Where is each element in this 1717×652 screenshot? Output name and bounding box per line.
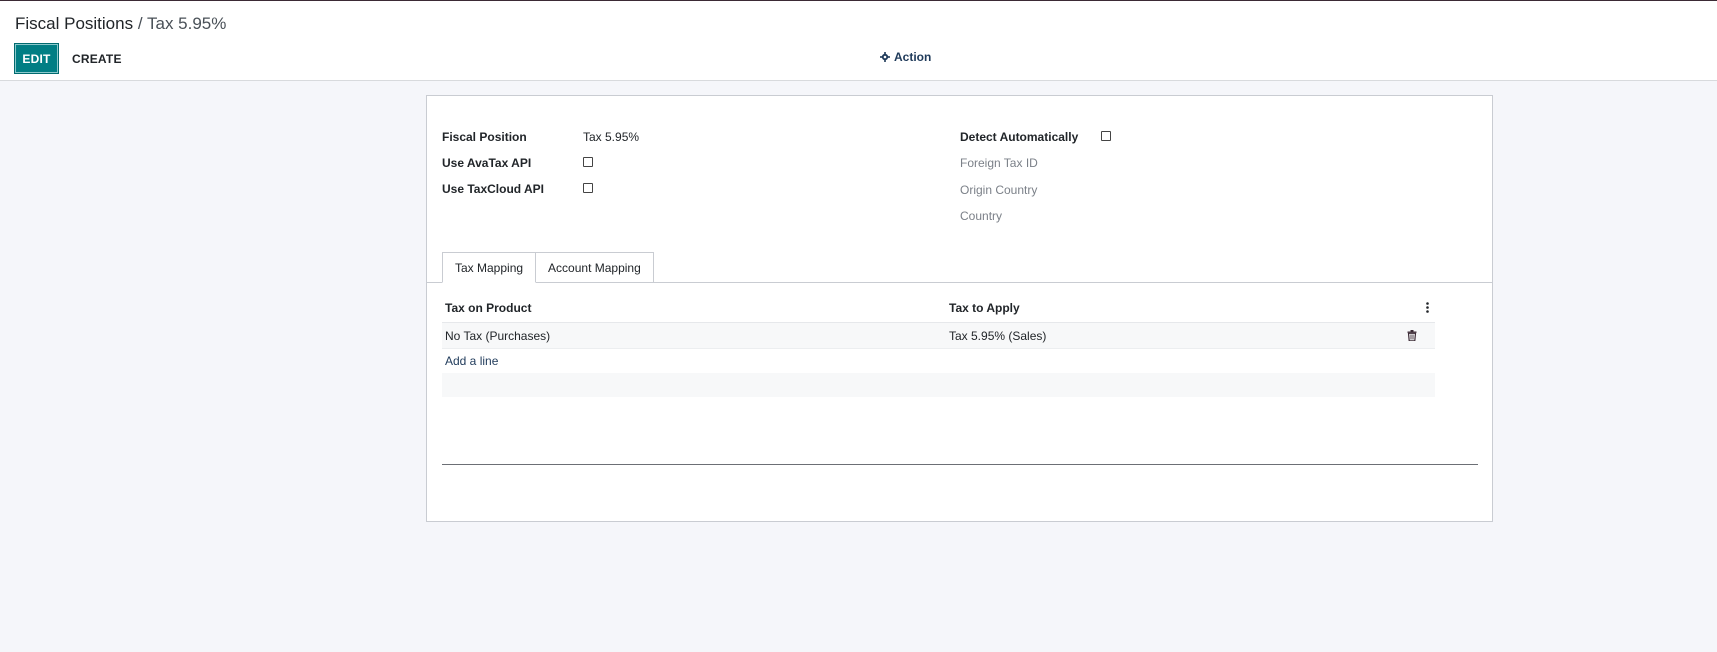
use-avatax-checkbox[interactable] bbox=[583, 157, 593, 167]
table-header: Tax on Product Tax to Apply bbox=[442, 293, 1435, 323]
sheet-separator bbox=[442, 464, 1478, 465]
country-label: Country bbox=[960, 209, 1003, 223]
cell-tax-on-product: No Tax (Purchases) bbox=[445, 329, 551, 343]
control-panel: Fiscal Positions / Tax 5.95% EDIT CREATE… bbox=[0, 0, 1717, 81]
trash-icon[interactable] bbox=[1407, 330, 1417, 341]
breadcrumb-separator: / bbox=[133, 14, 147, 33]
notebook-tabs: Tax Mapping Account Mapping bbox=[442, 252, 654, 283]
use-avatax-label: Use AvaTax API bbox=[442, 156, 532, 170]
add-line-link[interactable]: Add a line bbox=[445, 354, 498, 368]
column-header-tax-on-product[interactable]: Tax on Product bbox=[445, 301, 531, 315]
edit-button[interactable]: EDIT bbox=[14, 43, 59, 74]
action-label: Action bbox=[894, 50, 932, 64]
detect-automatically-label: Detect Automatically bbox=[960, 130, 1079, 144]
tab-account-mapping[interactable]: Account Mapping bbox=[535, 252, 654, 282]
empty-row bbox=[442, 373, 1435, 397]
detect-automatically-checkbox[interactable] bbox=[1101, 131, 1111, 141]
fiscal-position-label: Fiscal Position bbox=[442, 130, 527, 144]
create-button[interactable]: CREATE bbox=[72, 43, 122, 74]
origin-country-label: Origin Country bbox=[960, 183, 1038, 197]
column-header-tax-to-apply[interactable]: Tax to Apply bbox=[949, 301, 1020, 315]
fiscal-position-value: Tax 5.95% bbox=[583, 130, 640, 144]
table-row[interactable]: No Tax (Purchases) Tax 5.95% (Sales) bbox=[442, 323, 1435, 349]
form-sheet: Fiscal Position Tax 5.95% Use AvaTax API… bbox=[426, 95, 1493, 522]
tab-tax-mapping[interactable]: Tax Mapping bbox=[442, 252, 537, 283]
breadcrumb-parent[interactable]: Fiscal Positions bbox=[15, 14, 133, 33]
use-taxcloud-checkbox[interactable] bbox=[583, 183, 593, 193]
breadcrumb: Fiscal Positions / Tax 5.95% bbox=[15, 14, 226, 34]
action-menu-button[interactable]: Action bbox=[880, 50, 931, 64]
add-line-row: Add a line bbox=[442, 349, 1435, 373]
gear-icon bbox=[880, 52, 890, 62]
foreign-tax-id-label: Foreign Tax ID bbox=[960, 156, 1038, 170]
kebab-menu-icon[interactable] bbox=[1426, 302, 1429, 313]
use-taxcloud-label: Use TaxCloud API bbox=[442, 182, 545, 196]
cell-tax-to-apply: Tax 5.95% (Sales) bbox=[949, 329, 1047, 343]
breadcrumb-current: Tax 5.95% bbox=[146, 14, 227, 33]
tax-mapping-table: Tax on Product Tax to Apply No Tax (Purc… bbox=[442, 293, 1435, 397]
